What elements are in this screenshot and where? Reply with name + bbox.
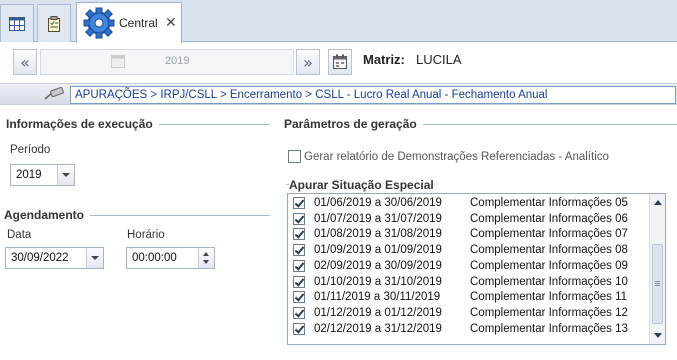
list-item-checkbox[interactable] — [293, 228, 305, 241]
list-item-period: 01/10/2019 a 31/10/2019 — [314, 275, 442, 288]
year-field: 2019 — [40, 49, 294, 75]
time-stepper[interactable] — [198, 248, 214, 268]
list-item-description: Complementar Informações 07 — [470, 228, 628, 241]
special-situation-list: 01/06/2019 a 30/06/2019 Complementar Info… — [287, 193, 666, 345]
list-item-checkbox[interactable] — [293, 306, 305, 319]
calendar-button[interactable] — [328, 49, 352, 75]
list-item[interactable]: 01/06/2019 a 30/06/2019 Complementar Info… — [288, 196, 650, 212]
generate-report-checkbox[interactable] — [288, 150, 301, 163]
scroll-thumb[interactable] — [652, 244, 663, 324]
list-item[interactable]: 01/12/2019 a 01/12/2019 Complementar Info… — [288, 306, 650, 322]
list-item-period: 01/07/2019 a 31/07/2019 — [314, 212, 442, 225]
grid-icon — [9, 16, 25, 31]
date-value: 30/09/2022 — [11, 252, 69, 264]
list-item-description: Complementar Informações 11 — [470, 291, 628, 304]
period-value: 2019 — [16, 169, 42, 181]
list-item-description: Complementar Informações 05 — [470, 197, 628, 209]
list-item-period: 02/09/2019 a 30/09/2019 — [314, 259, 442, 272]
list-item-checkbox[interactable] — [293, 212, 305, 225]
period-label: Período — [10, 144, 51, 156]
special-situation-title: Apurar Situação Especial — [289, 178, 440, 192]
list-item-checkbox[interactable] — [293, 197, 305, 209]
generation-section-title: Parâmetros de geração — [284, 117, 423, 131]
time-label: Horário — [127, 229, 165, 241]
list-item-period: 02/12/2019 a 31/12/2019 — [314, 322, 442, 335]
breadcrumb-bar: APURAÇÕES > IRPJ/CSLL > Encerramento > C… — [0, 83, 677, 105]
toolbar: « 2019 » — [0, 43, 677, 81]
list-item-period: 01/12/2019 a 01/12/2019 — [314, 306, 442, 319]
list-item[interactable]: 01/09/2019 a 01/09/2019 Complementar Info… — [288, 243, 650, 259]
generate-report-label: Gerar relatório de Demonstrações Referen… — [304, 151, 609, 163]
list-item-period: 01/08/2019 a 31/08/2019 — [314, 228, 442, 241]
list-item-checkbox[interactable] — [293, 244, 305, 257]
execution-section-title: Informações de execução — [6, 117, 159, 131]
previous-year-button[interactable]: « — [13, 49, 37, 75]
matriz-label: Matriz: — [363, 52, 405, 67]
list-item[interactable]: 01/11/2019 a 30/11/2019 Complementar Info… — [288, 290, 650, 306]
list-item-period: 01/09/2019 a 01/09/2019 — [314, 244, 442, 257]
list-item[interactable]: 01/10/2019 a 31/10/2019 Complementar Info… — [288, 275, 650, 291]
list-item[interactable]: 01/07/2019 a 31/07/2019 Complementar Info… — [288, 212, 650, 228]
tab-strip: Central ✕ — [0, 0, 677, 43]
close-icon[interactable]: ✕ — [165, 14, 177, 31]
time-value: 00:00:00 — [132, 252, 177, 264]
list-item[interactable]: 01/08/2019 a 31/08/2019 Complementar Info… — [288, 227, 650, 243]
date-label: Data — [7, 229, 32, 241]
list-item-description: Complementar Informações 12 — [470, 306, 628, 319]
up-arrow-icon[interactable] — [203, 252, 209, 256]
period-combo[interactable]: 2019 — [10, 164, 75, 186]
tab-central[interactable]: Central ✕ — [76, 2, 182, 43]
calendar-icon — [333, 54, 347, 69]
list-item-period: 01/06/2019 a 30/06/2019 — [314, 197, 442, 209]
year-value: 2019 — [165, 55, 190, 67]
list-item-description: Complementar Informações 10 — [470, 275, 628, 288]
chevron-down-icon[interactable] — [57, 165, 74, 185]
tab-grid[interactable] — [0, 4, 34, 42]
chevron-down-icon[interactable] — [86, 248, 103, 268]
matriz-value: LUCILA — [416, 52, 462, 67]
gear-icon — [83, 7, 115, 39]
list-item[interactable]: 02/12/2019 a 31/12/2019 Complementar Info… — [288, 322, 650, 338]
tab-central-label: Central — [119, 16, 158, 30]
list-item-period: 01/11/2019 a 30/11/2019 — [314, 291, 441, 304]
list-item-description: Complementar Informações 13 — [470, 322, 628, 335]
time-field[interactable]: 00:00:00 — [126, 247, 215, 269]
next-year-button[interactable]: » — [296, 49, 320, 75]
clipboard-icon — [48, 15, 60, 32]
list-item-checkbox[interactable] — [293, 291, 305, 304]
calendar-icon — [111, 55, 125, 68]
down-arrow-icon[interactable] — [203, 260, 209, 264]
date-field[interactable]: 30/09/2022 — [5, 247, 104, 269]
list-item-checkbox[interactable] — [293, 322, 305, 335]
list-item-checkbox[interactable] — [293, 275, 305, 288]
list-scrollbar[interactable] — [649, 194, 665, 344]
pin-icon — [44, 87, 64, 100]
tab-checklist[interactable] — [37, 4, 71, 42]
list-item-checkbox[interactable] — [293, 259, 305, 272]
list-item-description: Complementar Informações 09 — [470, 259, 628, 272]
list-item-description: Complementar Informações 08 — [470, 244, 628, 257]
breadcrumb[interactable]: APURAÇÕES > IRPJ/CSLL > Encerramento > C… — [70, 86, 676, 104]
scroll-down-icon[interactable] — [654, 333, 662, 338]
schedule-section-title: Agendamento — [4, 208, 91, 222]
list-item-description: Complementar Informações 06 — [470, 212, 628, 225]
list-item[interactable]: 02/09/2019 a 30/09/2019 Complementar Info… — [288, 259, 650, 275]
scroll-up-icon[interactable] — [654, 200, 662, 205]
